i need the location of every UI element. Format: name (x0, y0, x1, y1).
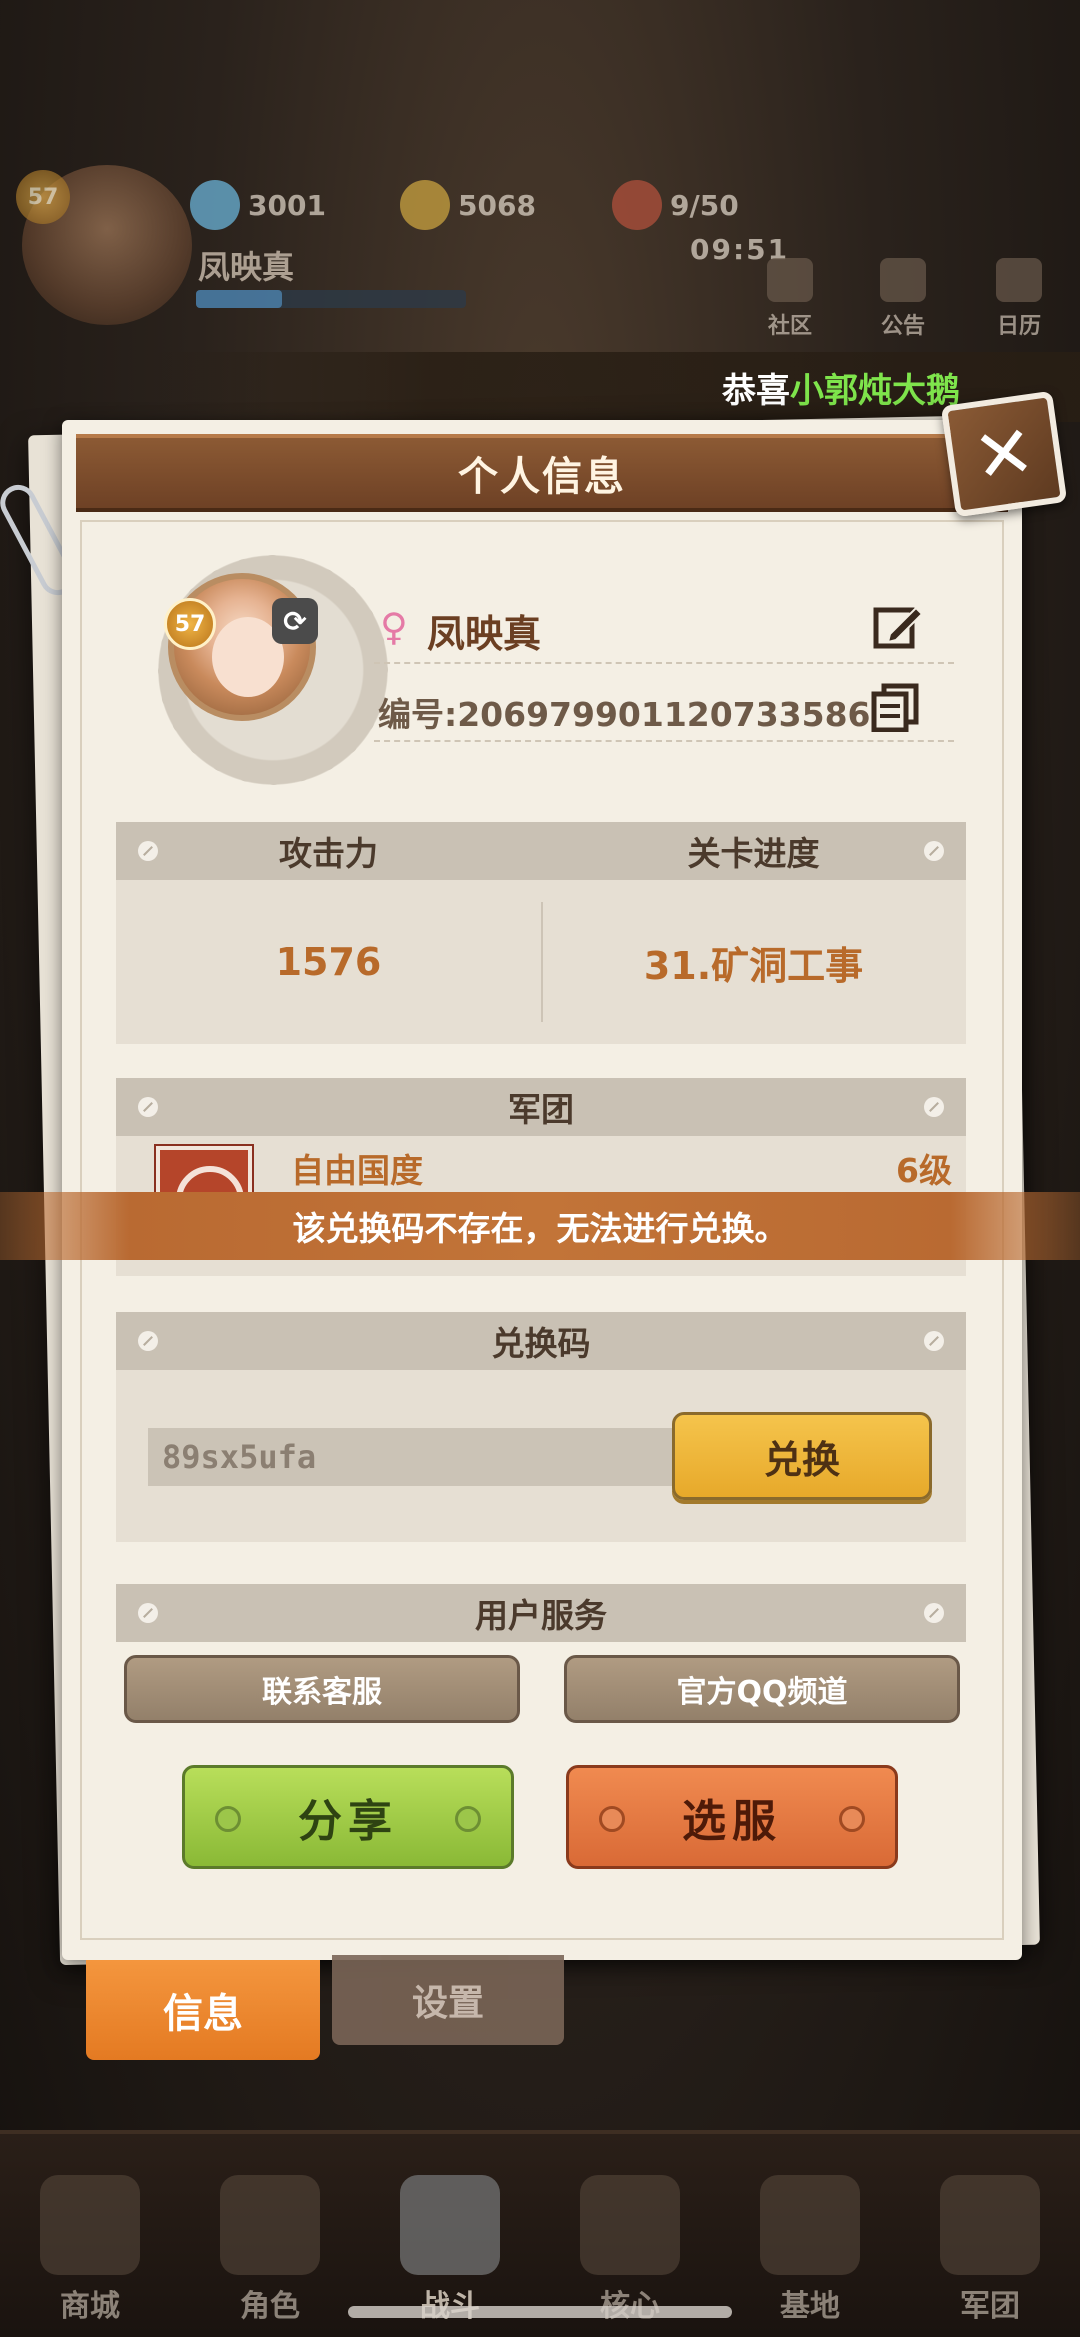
stats-card: 攻击力 关卡进度 1576 31.矿洞工事 (116, 822, 966, 1044)
service-card: 用户服务 (116, 1584, 966, 1642)
bolt-icon (839, 1806, 865, 1832)
community-icon (767, 258, 813, 302)
meat-icon (612, 180, 662, 230)
guild-name: 自由国度 (291, 1151, 423, 1190)
core-icon (580, 2175, 680, 2275)
divider (374, 740, 954, 742)
contact-support-button[interactable]: 联系客服 (124, 1655, 520, 1723)
player-name: 凤映真 (198, 248, 295, 286)
redeem-code-input[interactable] (148, 1428, 688, 1486)
divider (374, 662, 954, 664)
resource-stamina[interactable]: 9/50 (612, 180, 739, 230)
calendar-icon (996, 258, 1042, 302)
female-icon: ♀ (380, 605, 408, 649)
swap-avatar-icon[interactable]: ⟳ (272, 598, 318, 644)
character-icon (220, 2175, 320, 2275)
announcement-button[interactable]: 公告 (858, 258, 948, 340)
bolt-icon (599, 1806, 625, 1832)
announcement-ticker: 恭喜 小郭炖大鹅 (150, 352, 1080, 422)
redeem-button[interactable]: 兑换 (672, 1412, 932, 1500)
service-header: 用户服务 (475, 1596, 607, 1635)
resource-coin[interactable]: 5068 (400, 180, 536, 230)
base-icon (760, 2175, 860, 2275)
share-button[interactable]: 分享 (182, 1765, 514, 1869)
calendar-button[interactable]: 日历 (974, 258, 1064, 340)
error-toast: 该兑换码不存在，无法进行兑换。 (0, 1192, 1080, 1260)
diamond-icon (190, 180, 240, 230)
select-server-button[interactable]: 选服 (566, 1765, 898, 1869)
resource-diamond[interactable]: 3001 (190, 180, 326, 230)
stage-progress-value: 31.矿洞工事 (643, 943, 864, 988)
redeem-card: 兑换码 兑换 (116, 1312, 966, 1542)
shop-icon (40, 2175, 140, 2275)
nav-shop[interactable]: 商城 (15, 2157, 165, 2337)
service-buttons: 联系客服 官方QQ频道 (124, 1655, 960, 1723)
bolt-icon (215, 1806, 241, 1832)
community-button[interactable]: 社区 (745, 258, 835, 340)
guild-level: 6级 (896, 1151, 952, 1190)
tab-settings[interactable]: 设置 (332, 1955, 564, 2045)
modal-title: 个人信息 (76, 434, 1008, 512)
tab-info[interactable]: 信息 (86, 1960, 320, 2060)
player-level-badge: 57 (16, 170, 70, 224)
legion-icon (940, 2175, 1040, 2275)
qq-channel-button[interactable]: 官方QQ频道 (564, 1655, 960, 1723)
nav-base[interactable]: 基地 (735, 2157, 885, 2337)
stage-progress-label: 关卡进度 (687, 834, 820, 873)
nav-legion[interactable]: 军团 (915, 2157, 1065, 2337)
redeem-header: 兑换码 (491, 1324, 591, 1363)
profile-modal: 个人信息 57 ⟳ ♀ 凤映真 编号:2069799011207335866 攻… (62, 420, 1022, 1960)
coin-icon (400, 180, 450, 230)
attack-label: 攻击力 (279, 834, 378, 873)
close-button[interactable]: ✕ (940, 390, 1068, 518)
bolt-icon (455, 1806, 481, 1832)
home-indicator[interactable] (348, 2306, 732, 2318)
xp-bar (196, 290, 466, 308)
profile-name: 凤映真 (427, 612, 542, 656)
nav-character[interactable]: 角色 (195, 2157, 345, 2337)
guild-header: 军团 (508, 1090, 574, 1129)
player-id: 编号:2069799011207335866 (378, 695, 894, 734)
battle-icon (400, 2175, 500, 2275)
profile-level-badge: 57 (164, 598, 216, 650)
edit-name-icon[interactable] (872, 600, 924, 652)
attack-value: 1576 (275, 940, 382, 984)
announcement-icon (880, 258, 926, 302)
copy-id-icon[interactable] (870, 682, 920, 732)
